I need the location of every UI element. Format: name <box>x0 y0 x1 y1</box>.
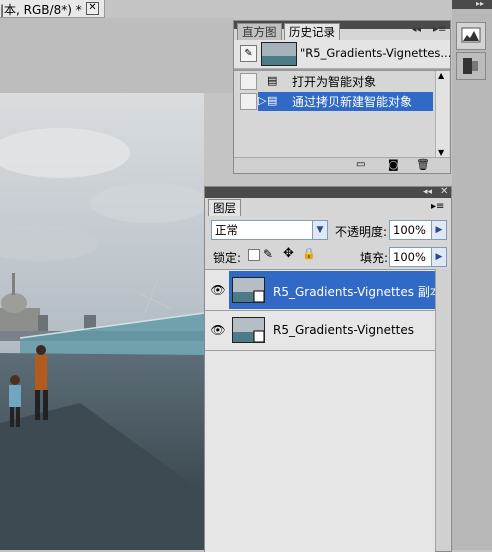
layers-panel-close-icon[interactable]: ✕ <box>440 186 448 197</box>
history-panel: 直方图 历史记录 ◂◂ ▸≡ ✎ "R5_Gradients-Vignettes… <box>233 20 451 174</box>
history-state-document-icon: ▤ <box>267 74 278 87</box>
history-state-pointer-icon: ▷ <box>258 94 267 107</box>
layer-row-selected[interactable]: 👁 R5_Gradients-Vignettes 副本 <box>205 271 442 309</box>
fill-slider-arrow-icon[interactable]: ▶ <box>431 247 447 267</box>
tab-histogram[interactable]: 直方图 <box>237 23 282 40</box>
history-state-label: 打开为智能对象 <box>292 75 377 89</box>
histogram-icon <box>461 27 481 43</box>
history-icon <box>463 58 478 74</box>
blend-mode-select[interactable]: 正常 ▼ <box>211 220 328 240</box>
history-state-document-icon: ▤ <box>267 94 278 107</box>
layers-panel: ◂◂ ✕ 图层 ▸≡ 正常 ▼ 不透明度: 100% ▶ 锁定: ✎ ✥ 🔒 填… <box>204 186 452 552</box>
history-state-label: 通过拷贝新建智能对象 <box>292 95 413 109</box>
document-canvas-image[interactable] <box>0 93 204 550</box>
layer-list: 👁 R5_Gradients-Vignettes 副本 👁 R5_Gradien… <box>205 269 442 552</box>
layer-divider <box>205 350 435 351</box>
dock-expand-icon[interactable]: ▸▸ <box>476 0 484 8</box>
new-document-from-state-icon[interactable]: ▭ <box>356 159 365 170</box>
layer-thumbnail <box>232 317 265 343</box>
lock-position-move-icon[interactable]: ✥ <box>283 246 294 261</box>
history-state-checkbox[interactable] <box>240 73 257 90</box>
opacity-field[interactable]: 100% <box>389 220 434 240</box>
document-tab[interactable]: |本, RGB/8*) * ✕ <box>0 0 105 18</box>
layer-row[interactable]: 👁 R5_Gradients-Vignettes <box>205 311 435 349</box>
history-bottom-toolbar: ▭ ◙ 🗑 <box>234 157 450 173</box>
document-close-icon[interactable]: ✕ <box>86 2 99 15</box>
snapshot-name: "R5_Gradients-Vignettes... <box>300 46 452 60</box>
panel-dock: ▸▸ <box>452 0 492 550</box>
trash-icon[interactable]: 🗑 <box>416 158 430 171</box>
snapshot-thumbnail <box>261 42 297 66</box>
scroll-down-icon[interactable]: ▼ <box>438 148 444 157</box>
snapshot-thumbnail-image <box>262 43 296 65</box>
lock-label: 锁定: <box>213 251 242 265</box>
history-state-checkbox[interactable] <box>240 93 257 110</box>
layers-scrollbar[interactable] <box>435 269 450 551</box>
history-dock-button[interactable] <box>456 52 486 80</box>
visibility-eye-icon[interactable]: 👁 <box>209 281 227 299</box>
layer-thumbnail-image <box>233 318 264 342</box>
history-scrollbar[interactable]: ▲ ▼ <box>435 71 449 157</box>
lock-pixels-brush-icon[interactable]: ✎ <box>263 247 273 261</box>
document-tab-title: |本, RGB/8*) * <box>0 3 82 17</box>
visibility-eye-icon[interactable]: 👁 <box>209 321 227 339</box>
chevron-down-icon[interactable]: ▼ <box>312 221 327 239</box>
history-divider <box>234 69 450 71</box>
history-state-selected[interactable]: ▷ ▤ 通过拷贝新建智能对象 <box>234 92 450 111</box>
camera-snapshot-icon[interactable]: ◙ <box>388 158 399 171</box>
dock-topbar <box>452 0 492 9</box>
fill-label: 填充: <box>360 251 389 265</box>
histogram-dock-button[interactable] <box>456 22 486 50</box>
history-state[interactable]: ▤ 打开为智能对象 <box>234 72 450 91</box>
layer-name: R5_Gradients-Vignettes <box>273 323 415 337</box>
canvas-background <box>0 18 234 93</box>
canvas-photo-drawing <box>0 93 204 550</box>
history-panel-menu-icon[interactable]: ▸≡ <box>433 24 446 35</box>
opacity-label: 不透明度: <box>335 225 388 239</box>
fill-field[interactable]: 100% <box>389 247 434 267</box>
layers-panel-menu-icon[interactable]: ▸≡ <box>431 201 444 212</box>
layer-thumbnail-image <box>233 278 264 302</box>
opacity-slider-arrow-icon[interactable]: ▶ <box>431 220 447 240</box>
lock-all-icon[interactable]: 🔒 <box>302 247 316 260</box>
layers-panel-topbar <box>205 187 451 198</box>
tab-layers[interactable]: 图层 <box>208 199 241 216</box>
blend-mode-value: 正常 <box>215 223 238 237</box>
tab-history[interactable]: 历史记录 <box>284 23 340 40</box>
scroll-up-icon[interactable]: ▲ <box>438 71 444 80</box>
history-snapshot-row[interactable]: ✎ "R5_Gradients-Vignettes... <box>234 40 452 69</box>
fill-value: 100% <box>393 250 426 264</box>
snapshot-brush-icon: ✎ <box>240 45 257 62</box>
layer-name: R5_Gradients-Vignettes 副本 <box>273 285 442 299</box>
history-panel-collapse-icon[interactable]: ◂◂ <box>412 25 421 35</box>
layers-panel-collapse-icon[interactable]: ◂◂ <box>423 187 432 197</box>
lock-transparency-icon[interactable] <box>248 249 260 261</box>
layer-thumbnail <box>232 277 265 303</box>
opacity-value: 100% <box>393 223 426 237</box>
